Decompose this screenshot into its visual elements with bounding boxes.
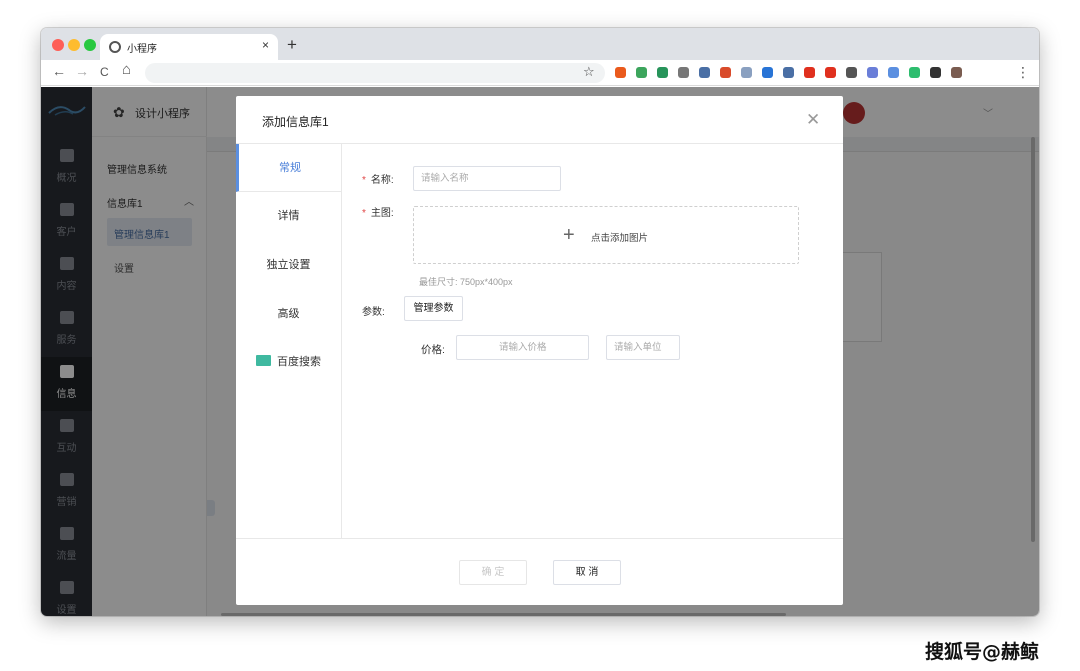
globe-icon xyxy=(109,41,121,53)
extension-icon[interactable] xyxy=(762,67,773,78)
browser-tab[interactable]: 小程序 × xyxy=(100,34,278,60)
extension-icon[interactable] xyxy=(930,67,941,78)
unit-input[interactable]: 请输入单位 xyxy=(606,335,680,360)
tab-details[interactable]: 详情 xyxy=(236,192,341,240)
close-icon[interactable]: ✕ xyxy=(806,110,820,130)
extension-icon[interactable] xyxy=(741,67,752,78)
tab-general[interactable]: 常规 xyxy=(236,144,341,192)
forward-button[interactable]: → xyxy=(75,63,89,79)
extension-icon[interactable] xyxy=(699,67,710,78)
modal-footer: 确 定 取 消 xyxy=(236,538,843,605)
bookmark-star-icon[interactable]: ☆ xyxy=(583,64,595,80)
general-form: * 名称: 请输入名称 * 主图: + 点击添加图片 最佳尺寸: 750px*400… xyxy=(342,144,843,538)
browser-menu-icon[interactable]: ⋮ xyxy=(1016,64,1030,81)
back-button[interactable]: ← xyxy=(52,63,66,79)
image-label: * 主图: xyxy=(362,204,394,219)
app-area: 概况 客户 内容 服务 信息 互动 营销 流量 设置 ✿ 设计小程序 管理信息系统 信息库1 ︿… xyxy=(41,87,1039,616)
tab-details-label: 详情 xyxy=(277,210,300,222)
manage-params-button[interactable]: 管理参数 xyxy=(404,296,463,321)
cancel-button[interactable]: 取 消 xyxy=(553,560,621,585)
tab-title: 小程序 xyxy=(127,44,157,55)
tab-close-icon[interactable]: × xyxy=(262,38,269,52)
baidu-icon xyxy=(256,355,271,366)
required-mark: * xyxy=(362,175,366,186)
tab-baidu-search-label: 百度搜索 xyxy=(277,356,321,368)
extension-icon[interactable] xyxy=(846,67,857,78)
extension-icon[interactable] xyxy=(804,67,815,78)
extension-icon[interactable] xyxy=(615,67,626,78)
close-window-button[interactable] xyxy=(52,39,64,51)
extension-icon[interactable] xyxy=(951,67,962,78)
name-input[interactable]: 请输入名称 xyxy=(413,166,561,191)
price-label: 价格: xyxy=(421,344,445,356)
image-upload[interactable]: + 点击添加图片 xyxy=(413,206,799,264)
home-button[interactable]: ⌂ xyxy=(122,61,131,78)
extension-icon[interactable] xyxy=(888,67,899,78)
required-mark: * xyxy=(362,208,366,219)
address-bar[interactable] xyxy=(145,63,605,83)
extension-icon[interactable] xyxy=(678,67,689,78)
browser-window: 小程序 × + ← → C ⌂ ☆ ⋮ 概况 客户 内容 服务 信息 互动 营销 流量 设置 ✿… xyxy=(41,28,1039,616)
browser-titlebar: 小程序 × + xyxy=(41,28,1039,60)
size-hint: 最佳尺寸: 750px*400px xyxy=(419,277,513,287)
upload-text: 点击添加图片 xyxy=(591,233,649,244)
minimize-window-button[interactable] xyxy=(68,39,80,51)
extension-icon[interactable] xyxy=(636,67,647,78)
modal-tab-list: 常规 详情 独立设置 高级 百度搜索 xyxy=(236,144,342,538)
modal-title: 添加信息库1 xyxy=(262,115,329,129)
plus-icon: + xyxy=(563,224,575,246)
maximize-window-button[interactable] xyxy=(84,39,96,51)
extension-icon[interactable] xyxy=(783,67,794,78)
tab-independent-settings[interactable]: 独立设置 xyxy=(236,241,341,289)
tab-advanced[interactable]: 高级 xyxy=(236,290,341,338)
params-label: 参数: xyxy=(362,307,385,318)
modal-header: 添加信息库1 ✕ xyxy=(236,96,843,144)
price-input[interactable]: 请输入价格 xyxy=(456,335,589,360)
extension-icon[interactable] xyxy=(909,67,920,78)
name-label-text: 名称: xyxy=(370,175,394,186)
watermark-text: 搜狐号@赫鲸 xyxy=(925,641,1040,663)
extension-icon[interactable] xyxy=(657,67,668,78)
name-label: * 名称: xyxy=(362,171,394,186)
confirm-button[interactable]: 确 定 xyxy=(459,560,527,585)
extension-icon[interactable] xyxy=(825,67,836,78)
new-tab-button[interactable]: + xyxy=(287,35,297,55)
reload-button[interactable]: C xyxy=(100,65,109,79)
image-label-text: 主图: xyxy=(370,208,394,219)
tab-general-label: 常规 xyxy=(279,162,301,174)
browser-toolbar: ← → C ⌂ ☆ ⋮ xyxy=(41,60,1039,86)
tab-independent-settings-label: 独立设置 xyxy=(266,259,311,271)
tab-baidu-search[interactable]: 百度搜索 xyxy=(236,338,341,386)
extension-icon[interactable] xyxy=(867,67,878,78)
tab-advanced-label: 高级 xyxy=(277,308,300,320)
extension-icon[interactable] xyxy=(720,67,731,78)
add-info-modal: 添加信息库1 ✕ 常规 详情 独立设置 高级 百度搜索 * 名称: 请输入名称 *… xyxy=(236,96,843,605)
